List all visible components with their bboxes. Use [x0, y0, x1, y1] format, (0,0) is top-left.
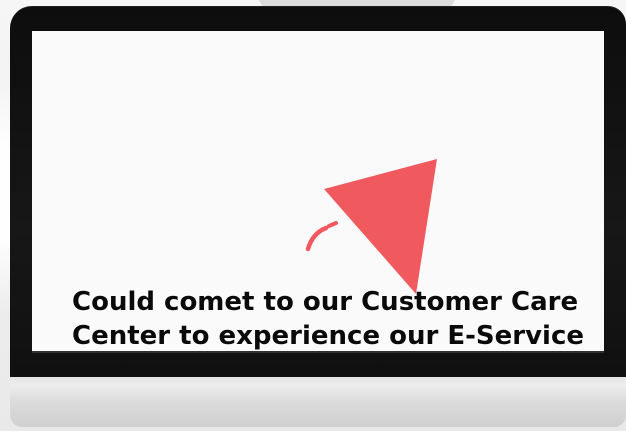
headline-line-2: Center to experience our E-Service — [72, 321, 585, 351]
monitor: Could comet to our Customer Care Center … — [10, 6, 626, 427]
headline-text: Could comet to our Customer Care Center … — [72, 285, 604, 353]
monitor-bezel: Could comet to our Customer Care Center … — [10, 6, 626, 377]
monitor-chin — [10, 377, 626, 427]
curved-arc-icon — [305, 225, 329, 252]
arc-dash — [327, 221, 338, 228]
red-triangle-shape — [324, 159, 437, 294]
red-triangle-icon — [305, 159, 437, 294]
monitor-screen: Could comet to our Customer Care Center … — [32, 31, 604, 353]
headline-line-1: Could comet to our Customer Care — [72, 287, 579, 317]
